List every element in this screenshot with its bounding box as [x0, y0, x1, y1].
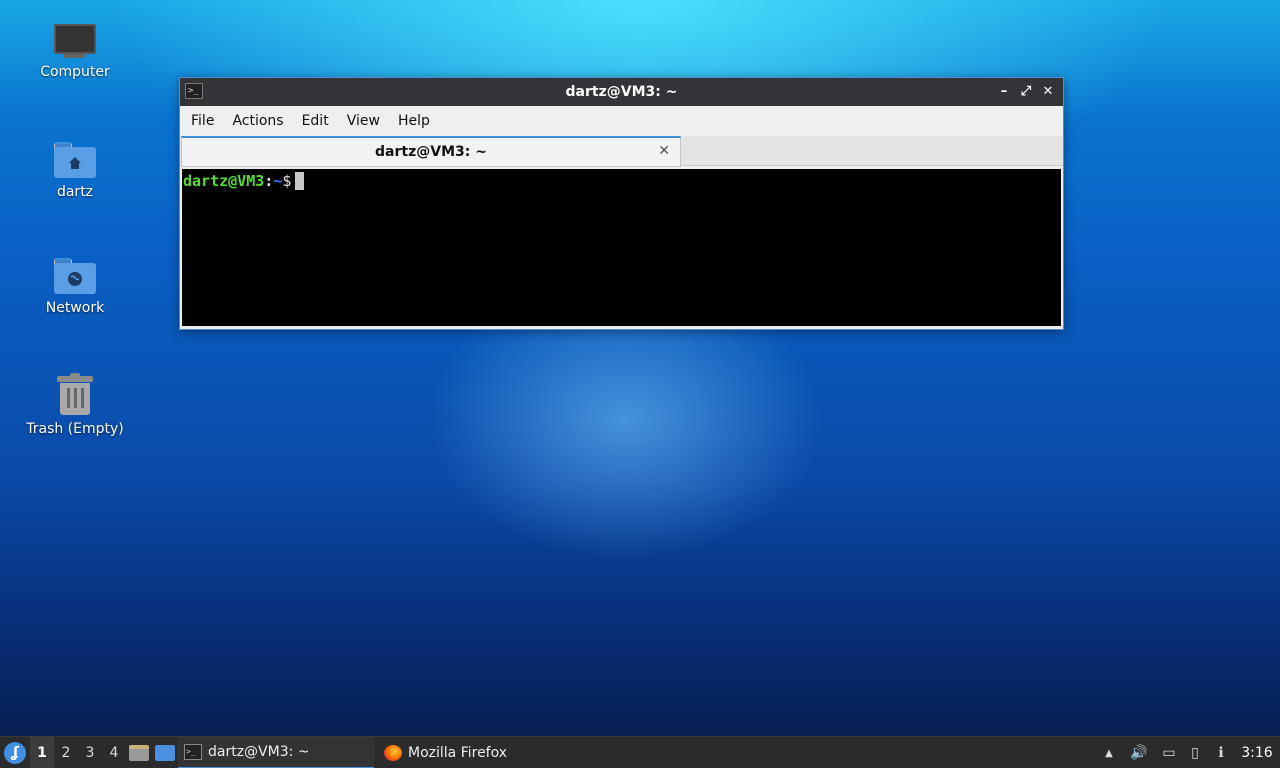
menu-actions[interactable]: Actions — [223, 106, 292, 136]
workspace-3[interactable]: 3 — [78, 737, 102, 768]
volume-icon[interactable]: 🔊 — [1122, 737, 1156, 768]
menu-view[interactable]: View — [338, 106, 389, 136]
desktop-icon-home-folder[interactable]: dartz — [20, 142, 130, 200]
workspace-2[interactable]: 2 — [54, 737, 78, 768]
network-icon[interactable]: ▭ — [1156, 737, 1182, 768]
trash-icon — [57, 373, 93, 415]
home-folder-icon — [54, 142, 96, 178]
task-label: Mozilla Firefox — [408, 744, 508, 761]
tab-close-icon[interactable]: ✕ — [658, 143, 670, 159]
task-terminal[interactable]: >_ dartz@VM3: ~ — [178, 736, 374, 768]
maximize-button[interactable]: ⤢ — [1017, 82, 1035, 102]
prompt-colon: : — [264, 172, 274, 190]
terminal-window[interactable]: >_ dartz@VM3: ~ – ⤢ ✕ File Actions Edit … — [179, 77, 1064, 330]
task-label: dartz@VM3: ~ — [208, 743, 310, 760]
desktop-icon-computer[interactable]: Computer — [20, 24, 130, 80]
prompt-path: ~ — [273, 172, 283, 190]
terminal-icon: >_ — [184, 743, 202, 760]
tab-label: dartz@VM3: ~ — [375, 144, 487, 160]
desktop-icon-label: Network — [45, 300, 105, 316]
start-menu-button[interactable]: ʆ — [0, 737, 30, 768]
desktop-icon-trash[interactable]: Trash (Empty) — [20, 373, 130, 437]
desktop-icon-label: dartz — [56, 184, 94, 200]
close-button[interactable]: ✕ — [1039, 82, 1057, 102]
prompt-symbol: $ — [282, 172, 292, 190]
terminal-tab[interactable]: dartz@VM3: ~ ✕ — [181, 136, 681, 167]
tray-expand-icon[interactable]: ▲ — [1096, 737, 1122, 768]
desktop-icon-label: Trash (Empty) — [26, 421, 124, 437]
quicklaunch-file-manager[interactable] — [126, 737, 152, 768]
window-title: dartz@VM3: ~ — [565, 84, 678, 100]
menu-edit[interactable]: Edit — [293, 106, 338, 136]
system-tray: ▲ 🔊 ▭ ▯ ℹ 3:16 — [1096, 737, 1280, 768]
terminal-app-icon[interactable]: >_ — [185, 83, 203, 99]
terminal-output[interactable]: dartz@VM3:~$ — [182, 169, 1061, 326]
computer-icon — [54, 24, 96, 58]
menubar: File Actions Edit View Help — [180, 106, 1063, 136]
menu-help[interactable]: Help — [389, 106, 439, 136]
taskbar: ʆ 1 2 3 4 >_ dartz@VM3: ~ Mozilla Firefo… — [0, 736, 1280, 768]
desktop-icon-network[interactable]: Network — [20, 258, 130, 316]
prompt-user-host: dartz@VM3 — [183, 172, 265, 190]
minimize-button[interactable]: – — [995, 82, 1013, 102]
firefox-icon — [384, 744, 402, 761]
desktop-icon-label: Computer — [40, 64, 110, 80]
notification-icon[interactable]: ℹ — [1208, 737, 1234, 768]
workspace-4[interactable]: 4 — [102, 737, 126, 768]
lubuntu-logo-icon: ʆ — [4, 741, 26, 764]
menu-file[interactable]: File — [182, 106, 223, 136]
tab-bar: dartz@VM3: ~ ✕ — [180, 136, 1063, 167]
window-titlebar[interactable]: >_ dartz@VM3: ~ – ⤢ ✕ — [180, 78, 1063, 106]
show-desktop-icon — [155, 744, 175, 761]
workspace-1[interactable]: 1 — [30, 736, 54, 768]
clock[interactable]: 3:16 — [1234, 745, 1280, 761]
text-cursor — [295, 172, 305, 190]
task-firefox[interactable]: Mozilla Firefox — [378, 737, 513, 768]
quicklaunch-show-desktop[interactable] — [152, 737, 178, 768]
network-folder-icon — [54, 258, 96, 294]
clipboard-icon[interactable]: ▯ — [1182, 737, 1208, 768]
file-manager-icon — [129, 744, 149, 761]
